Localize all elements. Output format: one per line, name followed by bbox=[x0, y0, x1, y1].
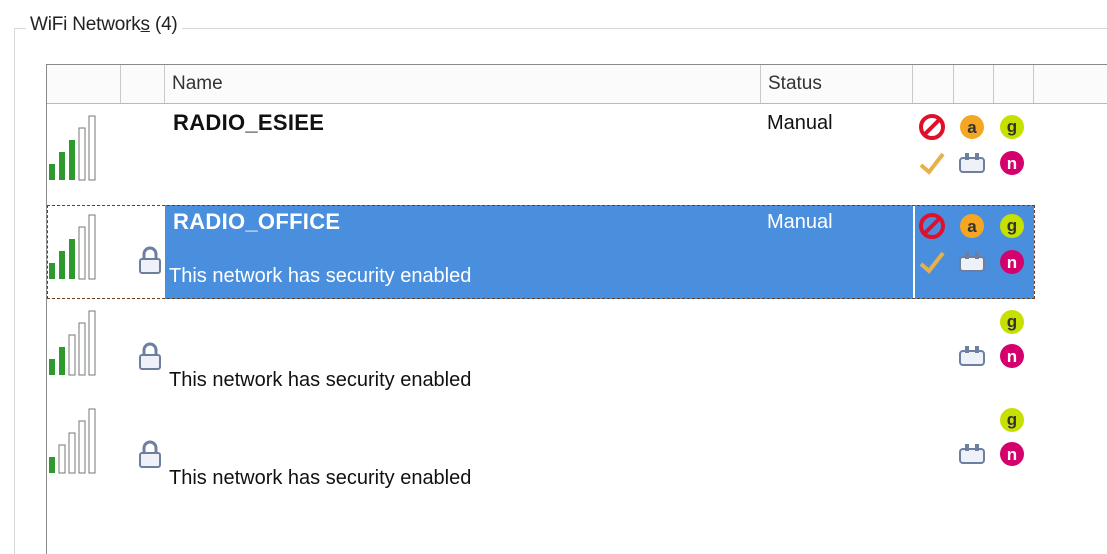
list-header: Name Status bbox=[47, 65, 1107, 104]
band-n-icon: n bbox=[1000, 442, 1024, 466]
adapter-icon bbox=[959, 444, 985, 464]
band-n-icon: n bbox=[1000, 151, 1024, 175]
svg-text:g: g bbox=[1007, 410, 1017, 429]
check-icon bbox=[919, 251, 945, 274]
blocked-icon bbox=[919, 213, 945, 239]
adapter-icon bbox=[959, 153, 985, 173]
band-n-icon: n bbox=[1000, 344, 1024, 368]
network-name: RADIO_ESIEE bbox=[173, 110, 325, 135]
signal-strength-icon bbox=[49, 310, 96, 376]
column-header-signal[interactable] bbox=[121, 65, 165, 103]
security-status: This network has security enabled bbox=[169, 467, 472, 489]
network-status: Manual bbox=[767, 211, 833, 233]
adapter-icon bbox=[959, 346, 985, 366]
security-status: This network has security enabled bbox=[169, 369, 472, 391]
network-name: RADIO_OFFICE bbox=[173, 209, 341, 234]
band-n-icon: n bbox=[1000, 250, 1024, 274]
column-header-icon-2[interactable] bbox=[954, 65, 994, 103]
svg-text:n: n bbox=[1007, 154, 1017, 173]
network-row-hidden-1[interactable]: This network has security enabled g n bbox=[47, 303, 1107, 399]
lock-icon bbox=[139, 246, 161, 274]
svg-text:n: n bbox=[1007, 253, 1017, 272]
band-a-icon: a bbox=[960, 115, 984, 139]
band-a-icon: a bbox=[960, 214, 984, 238]
adapter-icon bbox=[959, 252, 985, 272]
network-row-radio-esiee[interactable]: RADIO_ESIEE Manual a g n bbox=[47, 106, 1107, 204]
network-row-hidden-2[interactable]: This network has security enabled g n bbox=[47, 401, 1107, 497]
column-header-icon-1[interactable] bbox=[913, 65, 954, 103]
network-row-radio-office[interactable]: RADIO_OFFICE Manual This network has sec… bbox=[47, 205, 1107, 301]
svg-text:a: a bbox=[967, 217, 977, 236]
lock-icon bbox=[139, 440, 161, 468]
blocked-icon bbox=[919, 114, 945, 140]
band-g-icon: g bbox=[1000, 310, 1024, 334]
svg-text:g: g bbox=[1007, 312, 1017, 331]
security-status: This network has security enabled bbox=[169, 265, 472, 287]
lock-icon bbox=[139, 342, 161, 370]
signal-strength-icon bbox=[49, 115, 96, 181]
band-g-icon: g bbox=[1000, 115, 1024, 139]
column-header-status[interactable]: Status bbox=[761, 65, 913, 103]
band-g-icon: g bbox=[1000, 408, 1024, 432]
svg-text:a: a bbox=[967, 118, 977, 137]
svg-text:g: g bbox=[1007, 117, 1017, 136]
networks-list[interactable]: Name Status RADIO_ESIEE Manual a g n RAD… bbox=[46, 64, 1107, 554]
column-header-name[interactable]: Name bbox=[165, 65, 761, 103]
svg-text:n: n bbox=[1007, 445, 1017, 464]
signal-strength-icon bbox=[49, 408, 96, 474]
group-title: WiFi Networks (4) bbox=[26, 14, 182, 36]
column-header-blank[interactable] bbox=[47, 65, 121, 103]
column-header-icon-4[interactable] bbox=[1034, 65, 1107, 103]
check-icon bbox=[919, 152, 945, 175]
column-header-icon-3[interactable] bbox=[994, 65, 1034, 103]
signal-strength-icon bbox=[49, 214, 96, 280]
band-g-icon: g bbox=[1000, 214, 1024, 238]
svg-text:n: n bbox=[1007, 347, 1017, 366]
network-status: Manual bbox=[767, 112, 833, 134]
svg-text:g: g bbox=[1007, 216, 1017, 235]
